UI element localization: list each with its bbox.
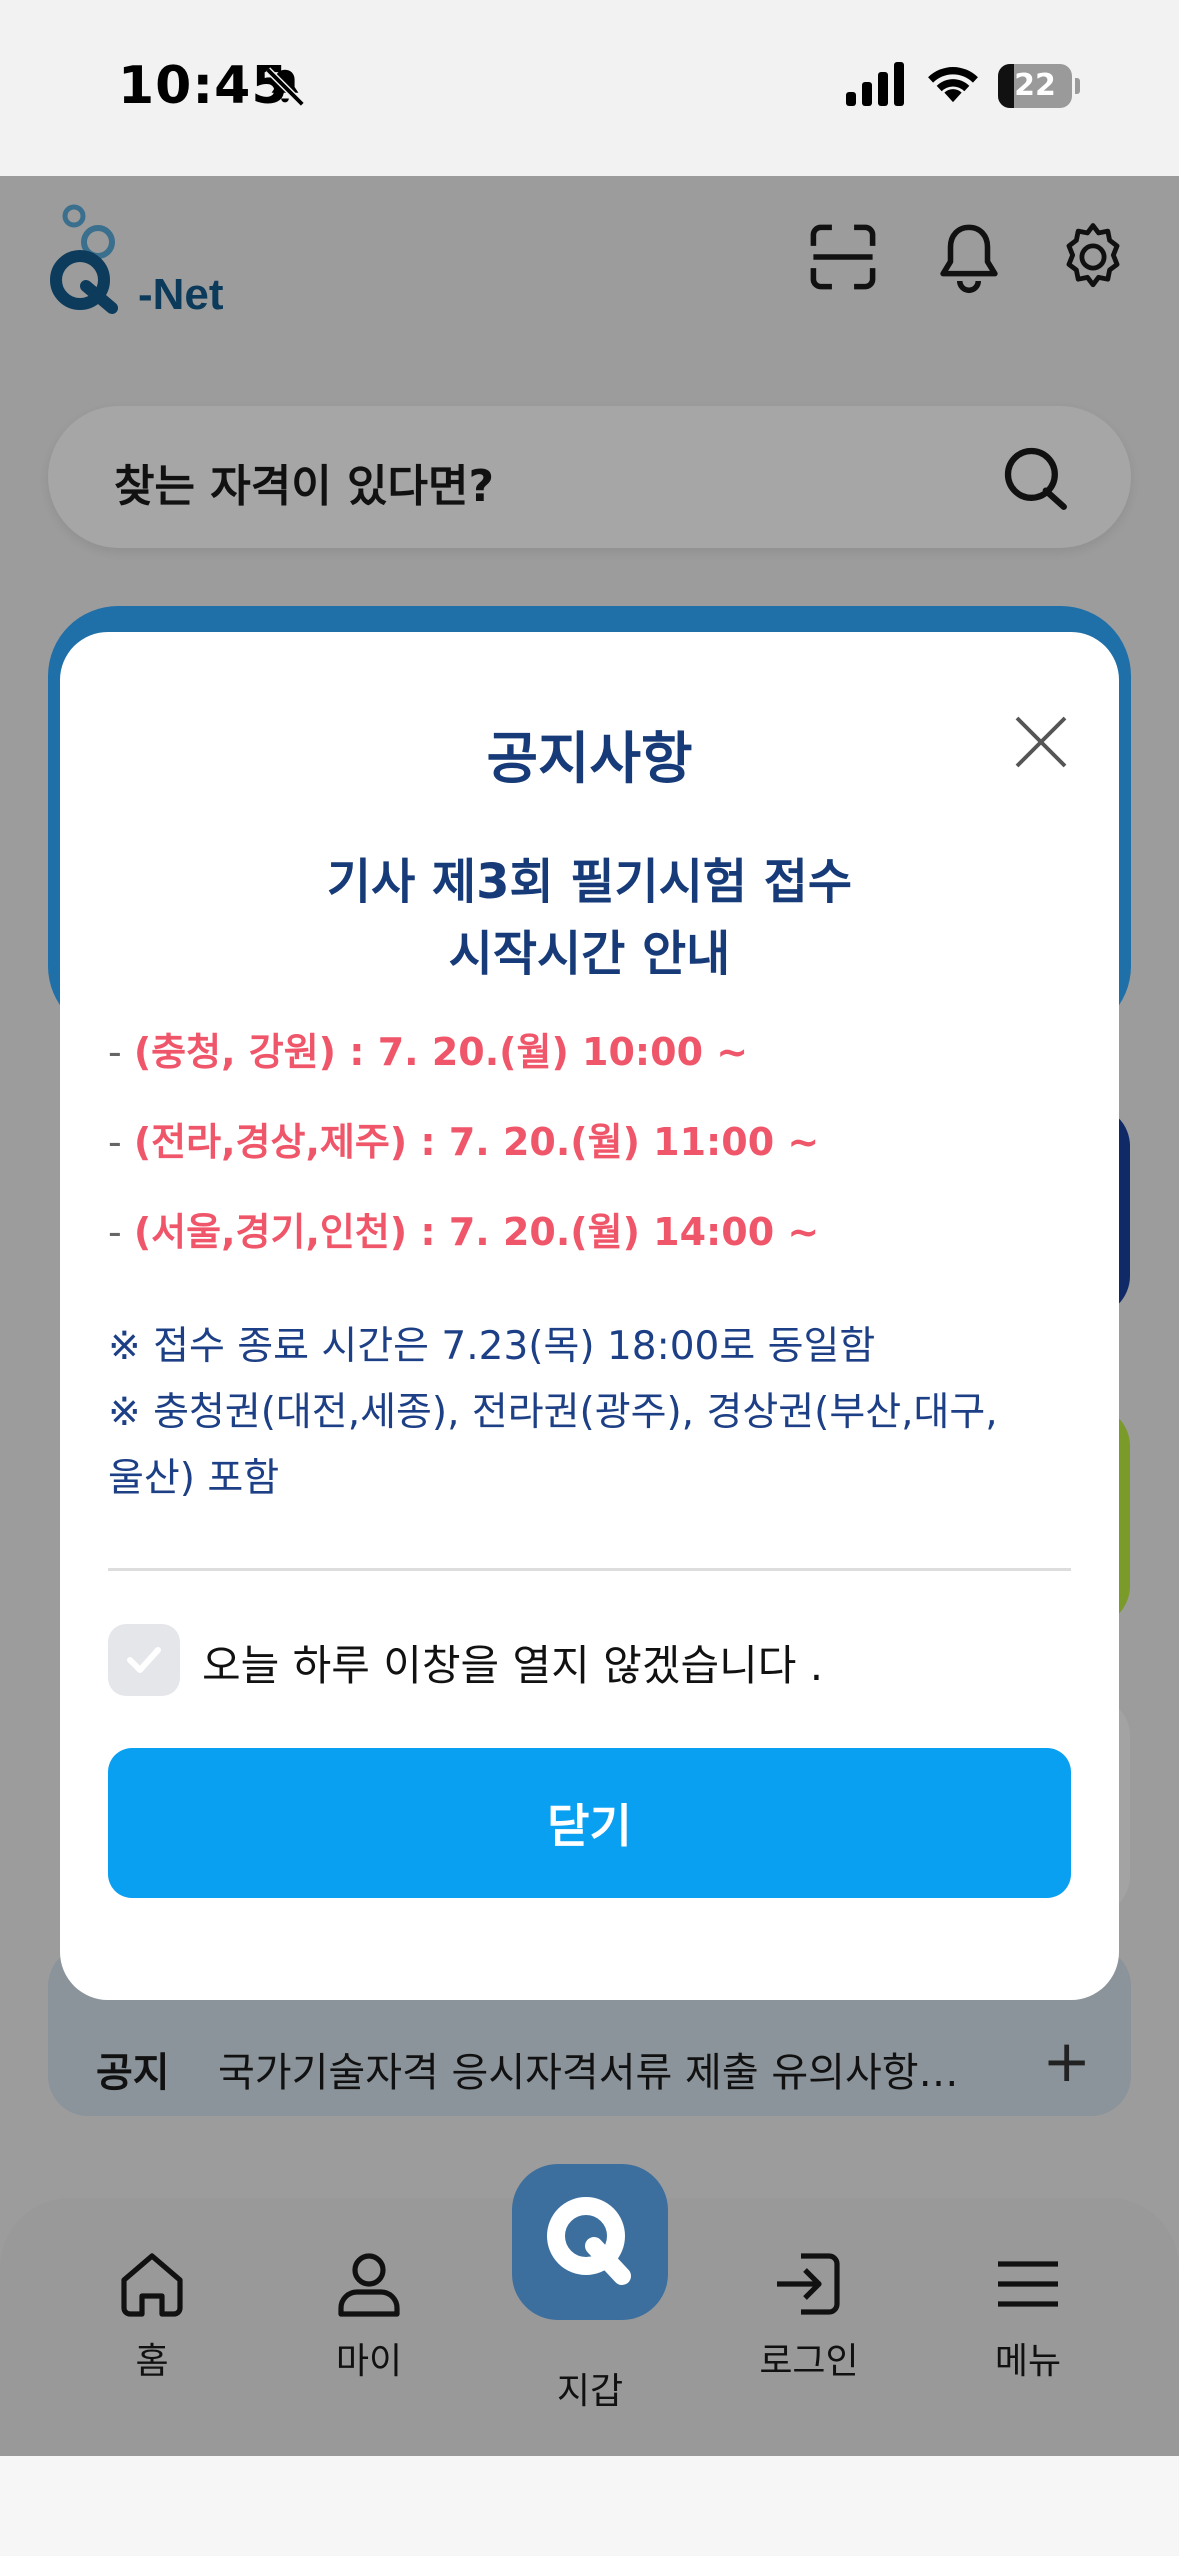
- schedule-item: - (서울,경기,인천) : 7. 20.(월) 14:00 ~: [108, 1207, 1068, 1297]
- settings-gear-icon[interactable]: [1056, 220, 1130, 294]
- logo-text: -Net: [138, 270, 224, 319]
- qnet-logo: -Net: [46, 204, 236, 324]
- status-bar: 10:45 22: [0, 0, 1179, 176]
- notice-label: 공지: [96, 2050, 170, 2096]
- login-icon: [777, 2253, 840, 2315]
- modal-subtitle-line2: 시작시간 안내: [448, 926, 731, 982]
- battery-icon: 22: [998, 64, 1080, 108]
- note-regions-line1: ※ 충청권(대전,세종), 전라권(광주), 경상권(부산,대구,: [108, 1390, 998, 1435]
- notice-modal: 공지사항 기사 제3회 필기시험 접수 시작시간 안내 - (충청, 강원) :…: [60, 632, 1119, 2000]
- notification-bell-icon[interactable]: [932, 220, 1006, 294]
- wifi-icon: [928, 67, 978, 103]
- dont-show-today-checkbox[interactable]: [108, 1624, 180, 1696]
- search-placeholder: 찾는 자격이 있다면?: [114, 461, 494, 512]
- schedule-item: - (충청, 강원) : 7. 20.(월) 10:00 ~: [108, 1027, 1068, 1117]
- nav-label-wallet: 지갑: [556, 2371, 624, 2412]
- cellular-signal-icon: [846, 62, 904, 106]
- note-end-time: ※ 접수 종료 시간은 7.23(목) 18:00로 동일함: [108, 1324, 876, 1369]
- note-regions-line2: 울산) 포함: [108, 1456, 280, 1501]
- notice-expand-button[interactable]: +: [1042, 2032, 1091, 2090]
- notice-text[interactable]: 국가기술자격 응시자격서류 제출 유의사항…: [218, 2040, 1048, 2098]
- nav-item-home[interactable]: 홈: [72, 2244, 232, 2404]
- nav-item-login[interactable]: 로그인: [729, 2244, 889, 2404]
- home-indicator-area: [0, 2456, 1179, 2556]
- battery-level: 22: [1014, 68, 1056, 103]
- wallet-q-icon: [547, 2197, 631, 2285]
- bell-off-icon: [265, 67, 305, 107]
- divider: [108, 1568, 1071, 1571]
- dont-show-today-label[interactable]: 오늘 하루 이창을 열지 않겠습니다 .: [202, 1632, 823, 1693]
- schedule-text: (충청, 강원) : 7. 20.(월) 10:00 ~: [133, 1030, 749, 1074]
- schedule-list: - (충청, 강원) : 7. 20.(월) 10:00 ~ - (전라,경상,…: [108, 1027, 1068, 1297]
- checkmark-icon: [127, 1647, 161, 1673]
- schedule-item: - (전라,경상,제주) : 7. 20.(월) 11:00 ~: [108, 1117, 1068, 1207]
- modal-subtitle: 기사 제3회 필기시험 접수 시작시간 안내: [60, 846, 1119, 990]
- wallet-button[interactable]: [512, 2164, 668, 2320]
- menu-icon: [998, 2261, 1058, 2307]
- home-icon: [121, 2253, 183, 2317]
- nav-item-my[interactable]: 마이: [289, 2244, 449, 2404]
- person-icon: [338, 2253, 400, 2317]
- nav-label-home: 홈: [135, 2341, 169, 2382]
- nav-item-menu[interactable]: 메뉴: [948, 2244, 1108, 2404]
- close-button[interactable]: 닫기: [108, 1748, 1071, 1898]
- scan-icon[interactable]: [806, 220, 880, 294]
- notice-notes: ※ 접수 종료 시간은 7.23(목) 18:00로 동일함 ※ 충청권(대전,…: [108, 1314, 1078, 1512]
- close-icon[interactable]: [1011, 712, 1071, 772]
- modal-title: 공지사항: [486, 727, 693, 792]
- schedule-dash: -: [108, 1120, 122, 1164]
- modal-subtitle-line1: 기사 제3회 필기시험 접수: [326, 854, 853, 910]
- schedule-text: (서울,경기,인천) : 7. 20.(월) 14:00 ~: [133, 1210, 820, 1254]
- search-bar[interactable]: 찾는 자격이 있다면?: [48, 406, 1131, 548]
- nav-label-menu: 메뉴: [994, 2341, 1062, 2382]
- schedule-text: (전라,경상,제주) : 7. 20.(월) 11:00 ~: [133, 1120, 820, 1164]
- search-icon[interactable]: [999, 442, 1071, 514]
- nav-label-login: 로그인: [759, 2341, 859, 2382]
- schedule-dash: -: [108, 1210, 122, 1254]
- schedule-dash: -: [108, 1030, 122, 1074]
- nav-label-my: 마이: [335, 2341, 403, 2382]
- bottom-nav: 홈 마이 지갑 로그인 메뉴: [0, 2164, 1179, 2456]
